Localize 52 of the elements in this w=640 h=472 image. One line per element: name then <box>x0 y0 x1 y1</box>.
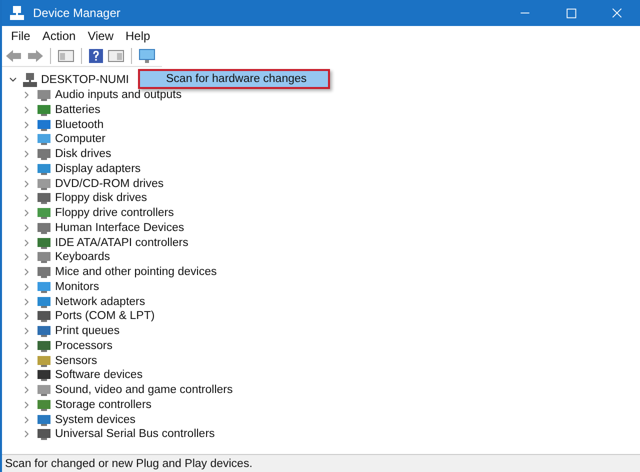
menu-item[interactable]: File <box>6 28 36 44</box>
context-menu-item[interactable]: Scan for hardware changes <box>140 71 328 87</box>
tree-item[interactable]: DESKTOP-NUMI <box>41 74 129 86</box>
tree-item[interactable]: Monitors <box>55 280 100 293</box>
tree-item[interactable]: Network adapters <box>55 296 146 308</box>
tree-item[interactable]: System devices <box>55 414 136 426</box>
menu-item[interactable]: Action <box>37 28 81 44</box>
tree-item[interactable]: Batteries <box>55 104 100 116</box>
computer-icon <box>22 72 38 88</box>
tree-item[interactable]: Sensors <box>55 354 98 367</box>
tree-item[interactable]: Mice and other pointing devices <box>55 266 217 278</box>
tree-item[interactable]: Audio inputs and outputs <box>55 89 182 102</box>
menu-item[interactable]: View <box>82 28 118 44</box>
device-icon <box>36 190 52 206</box>
tree-item[interactable]: Computer <box>55 133 106 146</box>
device-icon <box>36 426 52 442</box>
device-icon <box>36 382 52 398</box>
tree-item[interactable]: Ports (COM & LPT) <box>55 310 155 322</box>
device-icon <box>36 367 52 384</box>
window-title: Device Manager <box>33 6 122 20</box>
back-arrow-icon[interactable] <box>5 48 23 64</box>
menu-item[interactable]: Help <box>120 28 156 44</box>
tree-item[interactable]: Human Interface Devices <box>55 222 184 234</box>
tree-item[interactable]: IDE ATA/ATAPI controllers <box>55 236 188 249</box>
tree-item[interactable]: Disk drives <box>55 148 112 160</box>
device-icon <box>36 323 52 340</box>
help-icon[interactable] <box>88 48 104 64</box>
tree-item[interactable]: Storage controllers <box>55 398 152 411</box>
tree-item[interactable]: Display adapters <box>55 162 141 175</box>
forward-arrow-icon[interactable] <box>26 48 44 64</box>
tree-item[interactable]: Floppy disk drives <box>55 192 148 204</box>
device-icon <box>36 264 52 280</box>
tree-item[interactable]: Floppy drive controllers <box>55 207 174 220</box>
tree-item[interactable]: Bluetooth <box>55 118 104 131</box>
device-icon <box>36 131 52 148</box>
tree-item[interactable]: Processors <box>55 340 113 352</box>
device-icon <box>36 249 52 266</box>
tree-item[interactable]: Sound, video and game controllers <box>55 384 233 396</box>
panel-icon[interactable] <box>57 48 75 64</box>
device-icon <box>36 205 52 222</box>
panel-icon[interactable] <box>107 48 125 64</box>
tree-item[interactable]: DVD/CD-ROM drives <box>55 178 164 190</box>
tree-item[interactable]: Keyboards <box>55 251 110 264</box>
tree-item[interactable]: Software devices <box>55 369 143 382</box>
monitor-icon[interactable] <box>138 48 156 64</box>
computer-icon <box>9 5 25 21</box>
tree-item[interactable]: Universal Serial Bus controllers <box>55 428 215 440</box>
status-text: Scan for changed or new Plug and Play devices. <box>5 458 252 470</box>
tree-item[interactable]: Print queues <box>55 325 120 338</box>
device-icon <box>36 146 52 162</box>
device-icon <box>36 308 52 324</box>
device-icon <box>36 87 52 104</box>
